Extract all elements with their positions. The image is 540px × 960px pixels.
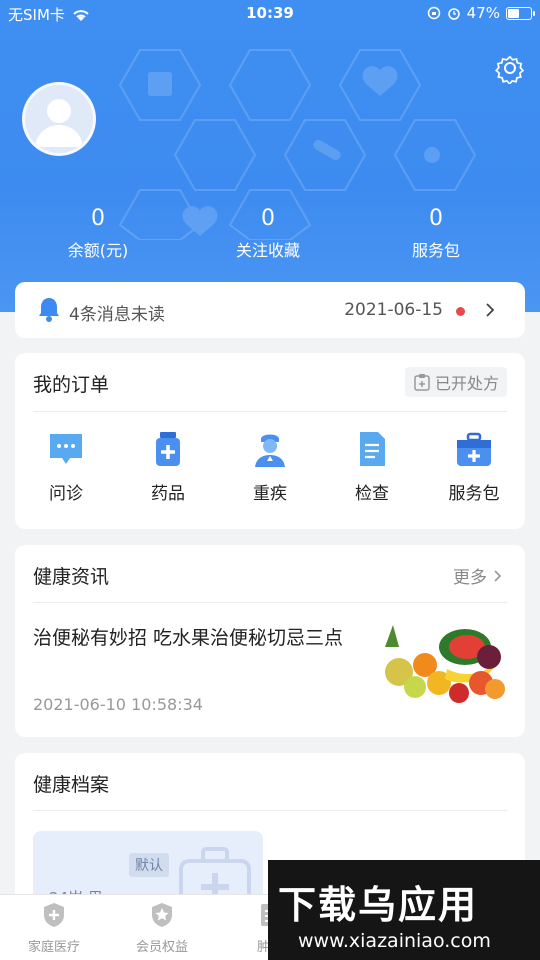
clipboard-icon [414,374,430,391]
avatar[interactable] [22,82,96,156]
order-label: 重疾 [253,484,287,504]
tab-family-medical[interactable]: 家庭医疗 [0,901,108,955]
tab-label: 会员权益 [135,940,188,955]
divider [33,810,507,811]
chevron-right-icon [486,303,495,317]
medicine-bottle-icon [156,432,180,466]
tab-label: 家庭医疗 [27,940,80,955]
orders-title: 我的订单 [33,374,110,396]
order-categories: 问诊 药品 重疾 检查 服务包 [15,429,525,519]
alarm-icon [447,8,460,20]
stat-label: 关注收藏 [235,241,300,260]
order-service-package[interactable]: 服务包 [423,429,525,519]
unread-dot [456,307,465,316]
user-silhouette-icon [35,99,83,147]
order-examination[interactable]: 检查 [321,429,423,519]
order-label: 服务包 [448,484,500,504]
unread-messages-bar[interactable]: 4条消息未读 2021-06-15 [15,282,525,338]
order-consultation[interactable]: 问诊 [15,429,117,519]
stat-label: 余额(元) [67,241,129,260]
tab-member-benefits[interactable]: 会员权益 [108,901,216,955]
stat-value: 0 [429,206,443,231]
order-label: 药品 [151,484,185,504]
news-section-title: 健康资讯 [33,566,110,588]
order-label: 问诊 [49,484,83,504]
orders-card: 我的订单 已开处方 问诊 药品 重疾 检查 服务包 [15,353,525,529]
fruit-thumbnail-image[interactable] [377,617,507,709]
doctor-icon [255,434,285,467]
profile-header: 无SIM卡 10:39 47% 0 余额(元) 0 关注收藏 0 服务包 [0,0,540,312]
gear-icon[interactable] [494,52,526,84]
order-medicine[interactable]: 药品 [117,429,219,519]
battery-percent: 47% [466,4,500,22]
news-article-date: 2021-06-10 10:58:34 [33,695,203,714]
default-badge: 默认 [129,853,169,877]
stat-label: 服务包 [411,241,460,260]
order-label: 检查 [355,484,389,504]
chat-bubble-icon [50,434,82,464]
records-section-title: 健康档案 [33,774,110,796]
document-icon [360,432,385,466]
message-date: 2021-06-15 [344,300,443,320]
orientation-lock-icon [427,6,440,20]
more-label: 更多 [453,568,487,588]
battery-level [508,8,520,18]
star-badge-icon [152,903,172,927]
stat-service-packages[interactable]: 0 服务包 [366,206,506,261]
bell-icon [39,298,59,322]
battery-icon [506,6,535,20]
prescriptions-button[interactable]: 已开处方 [404,367,507,397]
shield-plus-icon [44,903,64,927]
divider [33,411,507,412]
unread-count-text: 4条消息未读 [69,305,165,325]
news-article-title[interactable]: 治便秘有妙招 吃水果治便秘切忌三点 [33,623,353,653]
stat-value: 0 [91,206,105,231]
stat-value: 0 [261,206,275,231]
chevron-right-icon [494,569,502,582]
status-bar: 无SIM卡 10:39 47% [0,0,540,28]
watermark-url: www.xiazainiao.com [298,930,491,952]
stat-favorites[interactable]: 0 关注收藏 [198,206,338,261]
stat-balance[interactable]: 0 余额(元) [28,206,168,261]
health-news-card: 健康资讯 更多 治便秘有妙招 吃水果治便秘切忌三点 2021-06-10 10:… [15,545,525,737]
prescriptions-label: 已开处方 [434,374,499,393]
divider [33,602,507,603]
medical-kit-icon [457,432,491,466]
site-watermark: 下载乌应用 www.xiazainiao.com [268,860,540,960]
order-critical-illness[interactable]: 重疾 [219,429,321,519]
watermark-brand: 下载乌应用 [278,883,479,927]
more-link[interactable]: 更多 [453,563,503,588]
